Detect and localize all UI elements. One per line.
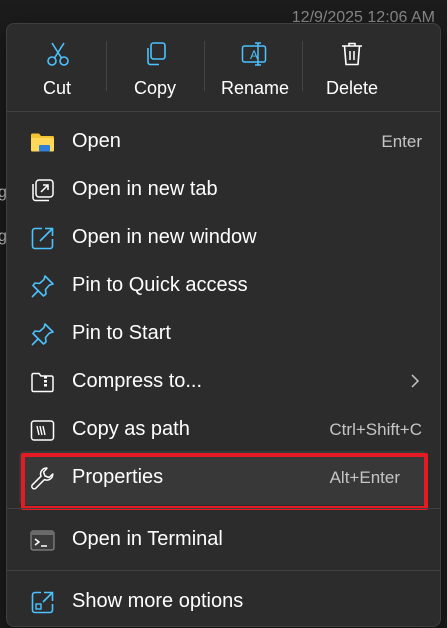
rename-icon: A	[241, 42, 267, 66]
menu-item-label: Pin to Quick access	[72, 274, 248, 296]
menu-item-open-terminal[interactable]: Open in Terminal	[7, 516, 440, 564]
scissors-icon	[47, 42, 69, 66]
menu-item-label: Open in Terminal	[72, 528, 223, 550]
menu-item-open[interactable]: Open Enter	[7, 118, 440, 166]
menu-item-label: Open	[72, 130, 121, 152]
more-options-icon	[31, 591, 54, 614]
svg-text:A: A	[250, 48, 258, 62]
separator	[7, 570, 440, 571]
trash-icon	[342, 42, 362, 66]
cut-button[interactable]: Cut	[8, 24, 106, 111]
copy-icon	[147, 42, 166, 66]
copy-label: Copy	[134, 78, 177, 98]
terminal-icon	[30, 530, 55, 551]
menu-item-label: Open in new tab	[72, 178, 218, 200]
folder-icon	[31, 133, 54, 152]
separator	[7, 111, 440, 112]
menu-item-show-more-options[interactable]: Show more options	[7, 578, 440, 626]
rename-label: Rename	[221, 78, 290, 98]
menu-item-copy-as-path[interactable]: Copy as path Ctrl+Shift+C	[7, 406, 440, 454]
menu-item-label: Copy as path	[72, 418, 190, 440]
rename-button[interactable]: A Rename	[205, 24, 303, 111]
new-tab-icon	[32, 179, 54, 202]
delete-button[interactable]: Delete	[303, 24, 401, 111]
cut-label: Cut	[43, 78, 72, 98]
shortcut-text: Ctrl+Shift+C	[329, 420, 422, 439]
annotation-highlight-box	[21, 453, 428, 510]
archive-folder-icon	[31, 372, 54, 393]
pin-icon	[31, 275, 54, 298]
quick-action-bar: Cut Copy A Rename Delete	[7, 24, 440, 111]
delete-label: Delete	[326, 78, 379, 98]
shortcut-text: Enter	[381, 132, 422, 151]
menu-item-label: Open in new window	[72, 226, 257, 248]
menu-item-label: Show more options	[72, 590, 244, 612]
menu-item-compress[interactable]: Compress to...	[7, 358, 440, 406]
menu-item-label: Pin to Start	[72, 322, 171, 344]
menu-item-pin-quick-access[interactable]: Pin to Quick access	[7, 262, 440, 310]
new-window-icon	[31, 227, 54, 250]
menu-item-pin-start[interactable]: Pin to Start	[7, 310, 440, 358]
copy-button[interactable]: Copy	[107, 24, 205, 111]
chevron-right-icon	[411, 374, 420, 388]
menu-item-label: Compress to...	[72, 370, 203, 392]
context-menu: Cut Copy A Rename Delete Open Enter Open…	[6, 23, 441, 627]
menu-item-open-new-window[interactable]: Open in new window	[7, 214, 440, 262]
pin-icon	[31, 323, 54, 346]
separator	[7, 508, 440, 509]
menu-item-open-new-tab[interactable]: Open in new tab	[7, 166, 440, 214]
copy-path-icon	[30, 420, 55, 441]
